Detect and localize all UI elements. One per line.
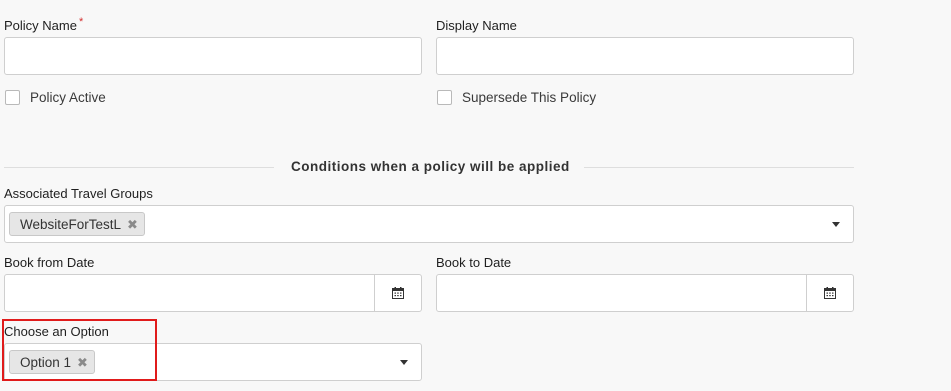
section-divider-left [4, 167, 274, 168]
book-from-calendar-button[interactable] [374, 275, 421, 311]
calendar-icon [824, 287, 836, 299]
supersede-policy-label: Supersede This Policy [462, 90, 597, 105]
policy-active-label: Policy Active [30, 90, 106, 105]
book-to-calendar-button[interactable] [806, 275, 853, 311]
chevron-down-icon[interactable] [400, 360, 408, 365]
book-to-label: Book to Date [436, 255, 512, 270]
travel-group-tag: WebsiteForTestL ✖ [9, 212, 145, 236]
highlight-box [2, 319, 157, 381]
book-to-date-field [436, 274, 854, 312]
remove-tag-icon[interactable]: ✖ [127, 218, 138, 231]
section-divider-right [584, 167, 854, 168]
book-from-date-field [4, 274, 422, 312]
chevron-down-icon[interactable] [832, 222, 840, 227]
display-name-label: Display Name [436, 18, 517, 33]
supersede-policy-checkbox[interactable] [437, 90, 452, 105]
book-from-date-input[interactable] [5, 275, 373, 311]
travel-group-tag-text: WebsiteForTestL [20, 216, 122, 232]
book-from-label: Book from Date [4, 255, 95, 270]
policy-name-label: Policy Name * [4, 16, 84, 35]
conditions-section-title: Conditions when a policy will be applied [291, 159, 570, 174]
travel-groups-select[interactable]: WebsiteForTestL ✖ [4, 205, 854, 243]
policy-name-input[interactable] [4, 37, 422, 75]
book-to-date-input[interactable] [437, 275, 805, 311]
travel-groups-label: Associated Travel Groups [4, 186, 153, 201]
policy-active-checkbox[interactable] [5, 90, 20, 105]
policy-name-label-text: Policy Name [4, 18, 77, 33]
calendar-icon [392, 287, 404, 299]
required-asterisk: * [78, 16, 84, 28]
display-name-input[interactable] [436, 37, 854, 75]
